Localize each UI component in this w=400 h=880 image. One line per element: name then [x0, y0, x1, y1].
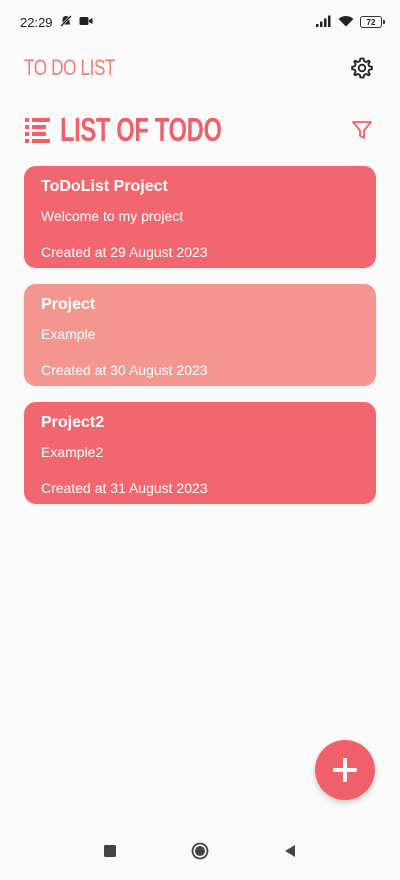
- status-bar: 22:29 72: [0, 0, 400, 44]
- app-title: TO DO LIST: [24, 55, 116, 80]
- wifi-icon: [338, 15, 354, 30]
- system-nav-bar: [0, 820, 400, 880]
- todo-created-date: Created at 30 August 2023: [41, 362, 208, 378]
- todo-title: Project: [41, 296, 96, 313]
- todo-list: ToDoList Project Welcome to my project C…: [24, 166, 376, 520]
- todo-created-date: Created at 29 August 2023: [41, 244, 208, 260]
- status-right: 72: [316, 15, 385, 30]
- dnd-icon: [59, 14, 73, 31]
- square-icon[interactable]: [95, 842, 125, 860]
- todo-description: Example: [41, 326, 96, 342]
- todo-card[interactable]: Project Example Created at 30 August 202…: [24, 284, 376, 386]
- list-icon: [24, 116, 52, 144]
- todo-description: Welcome to my project: [41, 208, 184, 224]
- gear-icon[interactable]: [348, 54, 376, 82]
- plus-icon: [331, 756, 359, 784]
- triangle-back-icon[interactable]: [275, 842, 305, 860]
- section-left: LIST OF TODO: [24, 111, 284, 149]
- battery-level: 72: [366, 17, 376, 27]
- circle-icon[interactable]: [185, 842, 215, 860]
- app-header: TO DO LIST: [24, 52, 376, 84]
- section-header: LIST OF TODO: [24, 111, 376, 149]
- todo-description: Example2: [41, 444, 104, 460]
- todo-title: Project2: [41, 414, 105, 431]
- status-left: 22:29: [20, 14, 93, 31]
- video-icon: [79, 15, 93, 30]
- section-title: LIST OF TODO: [60, 111, 222, 148]
- add-todo-button[interactable]: [315, 740, 375, 800]
- battery-icon: 72: [360, 16, 385, 28]
- todo-card[interactable]: Project2 Example2 Created at 31 August 2…: [24, 402, 376, 504]
- status-time: 22:29: [20, 14, 53, 30]
- filter-icon[interactable]: [348, 116, 376, 144]
- signal-icon: [316, 15, 332, 30]
- todo-created-date: Created at 31 August 2023: [41, 480, 208, 496]
- todo-title: ToDoList Project: [41, 178, 168, 195]
- todo-card[interactable]: ToDoList Project Welcome to my project C…: [24, 166, 376, 268]
